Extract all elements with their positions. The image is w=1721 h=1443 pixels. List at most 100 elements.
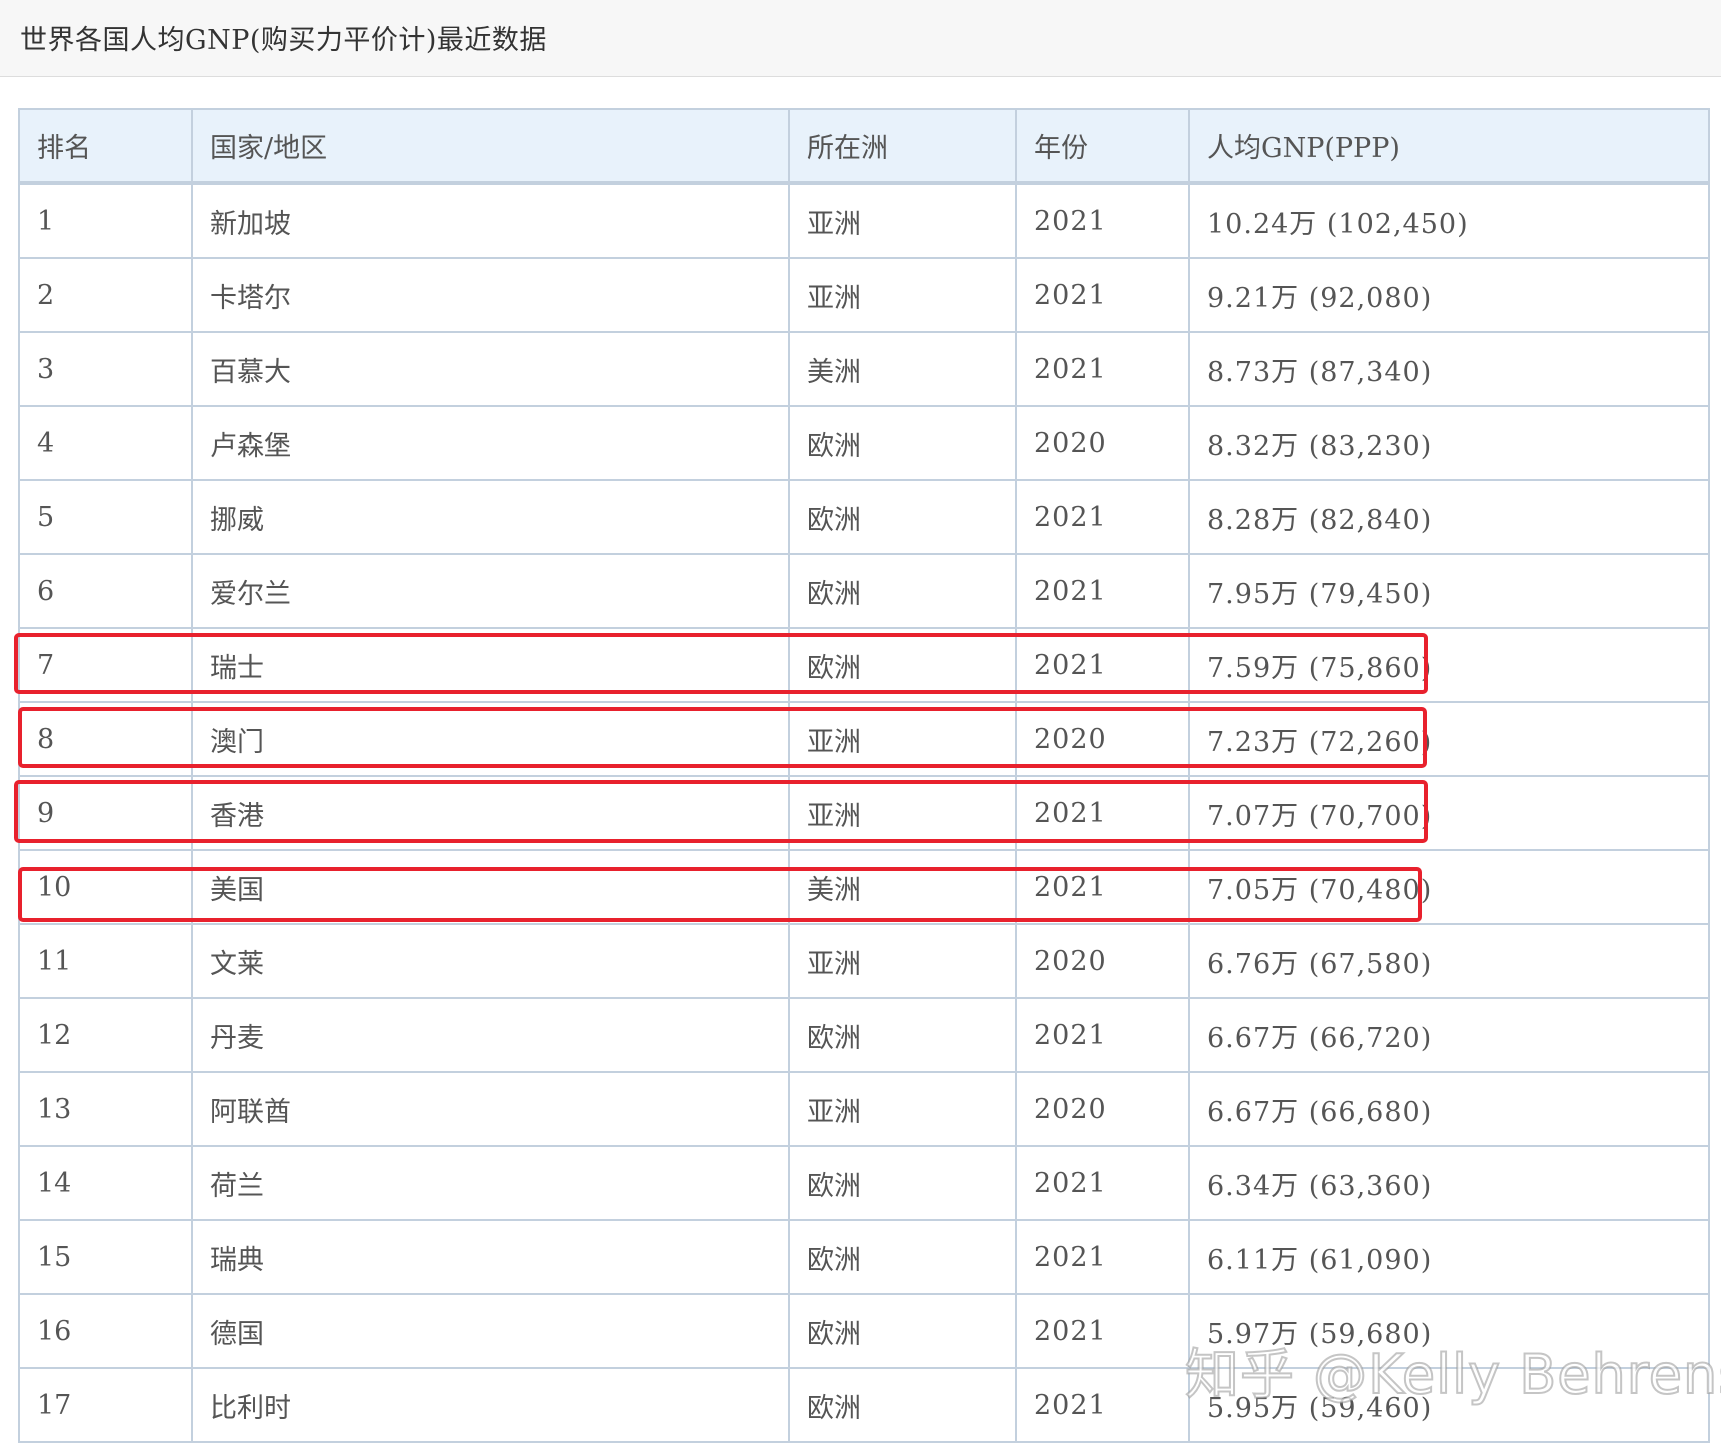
continent-cell: 亚洲 bbox=[788, 775, 1017, 851]
table-row: 11 文莱 亚洲 2020 6.76万 (67,580) bbox=[18, 923, 1710, 999]
title-bar: 世界各国人均GNP(购买力平价计)最近数据 bbox=[0, 0, 1721, 77]
continent-cell: 欧洲 bbox=[788, 1219, 1017, 1295]
table-row: 12 丹麦 欧洲 2021 6.67万 (66,720) bbox=[18, 997, 1710, 1073]
gnp-table: 排名 国家/地区 所在洲 年份 人均GNP(PPP) 1 新加坡 亚洲 2021 10.… bbox=[18, 108, 1710, 1443]
year-cell: 2021 bbox=[1015, 479, 1190, 555]
continent-cell: 欧洲 bbox=[788, 1293, 1017, 1369]
table-row: 5 挪威 欧洲 2021 8.28万 (82,840) bbox=[18, 479, 1710, 555]
country-cell: 瑞士 bbox=[191, 627, 790, 703]
continent-cell: 亚洲 bbox=[788, 1071, 1017, 1147]
rank-cell: 14 bbox=[18, 1145, 193, 1221]
rank-cell: 12 bbox=[18, 997, 193, 1073]
rank-cell: 11 bbox=[18, 923, 193, 999]
rank-cell: 10 bbox=[18, 849, 193, 925]
continent-cell: 欧洲 bbox=[788, 997, 1017, 1073]
continent-cell: 美洲 bbox=[788, 849, 1017, 925]
rank-cell: 9 bbox=[18, 775, 193, 851]
country-cell: 德国 bbox=[191, 1293, 790, 1369]
gnp-cell: 7.95万 (79,450) bbox=[1188, 553, 1710, 629]
continent-cell: 欧洲 bbox=[788, 405, 1017, 481]
table-row: 7 瑞士 欧洲 2021 7.59万 (75,860) bbox=[18, 627, 1710, 703]
table-row: 1 新加坡 亚洲 2021 10.24万 (102,450) bbox=[18, 182, 1710, 259]
table-row: 14 荷兰 欧洲 2021 6.34万 (63,360) bbox=[18, 1145, 1710, 1221]
year-cell: 2021 bbox=[1015, 553, 1190, 629]
table-row: 3 百慕大 美洲 2021 8.73万 (87,340) bbox=[18, 331, 1710, 407]
table-row: 15 瑞典 欧洲 2021 6.11万 (61,090) bbox=[18, 1219, 1710, 1295]
year-cell: 2021 bbox=[1015, 1293, 1190, 1369]
year-cell: 2021 bbox=[1015, 1145, 1190, 1221]
country-cell: 丹麦 bbox=[191, 997, 790, 1073]
country-cell: 瑞典 bbox=[191, 1219, 790, 1295]
continent-cell: 美洲 bbox=[788, 331, 1017, 407]
rank-cell: 16 bbox=[18, 1293, 193, 1369]
continent-cell: 欧洲 bbox=[788, 1367, 1017, 1443]
gnp-cell: 6.76万 (67,580) bbox=[1188, 923, 1710, 999]
continent-cell: 亚洲 bbox=[788, 701, 1017, 777]
year-cell: 2021 bbox=[1015, 775, 1190, 851]
header-year[interactable]: 年份 bbox=[1015, 108, 1190, 185]
continent-cell: 欧洲 bbox=[788, 1145, 1017, 1221]
country-cell: 爱尔兰 bbox=[191, 553, 790, 629]
year-cell: 2021 bbox=[1015, 997, 1190, 1073]
header-country[interactable]: 国家/地区 bbox=[191, 108, 790, 185]
year-cell: 2020 bbox=[1015, 701, 1190, 777]
gnp-cell: 8.73万 (87,340) bbox=[1188, 331, 1710, 407]
country-cell: 卢森堡 bbox=[191, 405, 790, 481]
year-cell: 2021 bbox=[1015, 257, 1190, 333]
country-cell: 美国 bbox=[191, 849, 790, 925]
rank-cell: 2 bbox=[18, 257, 193, 333]
rank-cell: 3 bbox=[18, 331, 193, 407]
gnp-cell: 7.05万 (70,480) bbox=[1188, 849, 1710, 925]
rank-cell: 4 bbox=[18, 405, 193, 481]
year-cell: 2021 bbox=[1015, 1367, 1190, 1443]
year-cell: 2021 bbox=[1015, 1219, 1190, 1295]
rank-cell: 13 bbox=[18, 1071, 193, 1147]
country-cell: 卡塔尔 bbox=[191, 257, 790, 333]
rank-cell: 5 bbox=[18, 479, 193, 555]
year-cell: 2020 bbox=[1015, 923, 1190, 999]
country-cell: 百慕大 bbox=[191, 331, 790, 407]
gnp-cell: 7.23万 (72,260) bbox=[1188, 701, 1710, 777]
gnp-cell: 9.21万 (92,080) bbox=[1188, 257, 1710, 333]
continent-cell: 欧洲 bbox=[788, 627, 1017, 703]
year-cell: 2021 bbox=[1015, 627, 1190, 703]
gnp-cell: 7.59万 (75,860) bbox=[1188, 627, 1710, 703]
table-row: 10 美国 美洲 2021 7.05万 (70,480) bbox=[18, 849, 1710, 925]
rank-cell: 6 bbox=[18, 553, 193, 629]
year-cell: 2020 bbox=[1015, 1071, 1190, 1147]
table-row: 6 爱尔兰 欧洲 2021 7.95万 (79,450) bbox=[18, 553, 1710, 629]
year-cell: 2021 bbox=[1015, 331, 1190, 407]
table-row: 2 卡塔尔 亚洲 2021 9.21万 (92,080) bbox=[18, 257, 1710, 333]
rank-cell: 7 bbox=[18, 627, 193, 703]
watermark: 知乎 @Kelly Behrens bbox=[1184, 1342, 1721, 1407]
rank-cell: 15 bbox=[18, 1219, 193, 1295]
table-header-row: 排名 国家/地区 所在洲 年份 人均GNP(PPP) bbox=[18, 108, 1710, 185]
country-cell: 澳门 bbox=[191, 701, 790, 777]
gnp-cell: 10.24万 (102,450) bbox=[1188, 182, 1710, 259]
country-cell: 文莱 bbox=[191, 923, 790, 999]
table-row: 13 阿联酋 亚洲 2020 6.67万 (66,680) bbox=[18, 1071, 1710, 1147]
country-cell: 比利时 bbox=[191, 1367, 790, 1443]
continent-cell: 亚洲 bbox=[788, 923, 1017, 999]
continent-cell: 亚洲 bbox=[788, 257, 1017, 333]
year-cell: 2021 bbox=[1015, 849, 1190, 925]
gnp-cell: 6.11万 (61,090) bbox=[1188, 1219, 1710, 1295]
table-row: 4 卢森堡 欧洲 2020 8.32万 (83,230) bbox=[18, 405, 1710, 481]
gnp-cell: 6.67万 (66,720) bbox=[1188, 997, 1710, 1073]
table-row: 9 香港 亚洲 2021 7.07万 (70,700) bbox=[18, 775, 1710, 851]
continent-cell: 欧洲 bbox=[788, 479, 1017, 555]
country-cell: 香港 bbox=[191, 775, 790, 851]
rank-cell: 1 bbox=[18, 182, 193, 259]
header-gnp[interactable]: 人均GNP(PPP) bbox=[1188, 108, 1710, 185]
header-rank[interactable]: 排名 bbox=[18, 108, 193, 185]
gnp-cell: 6.34万 (63,360) bbox=[1188, 1145, 1710, 1221]
gnp-cell: 7.07万 (70,700) bbox=[1188, 775, 1710, 851]
country-cell: 新加坡 bbox=[191, 182, 790, 259]
year-cell: 2020 bbox=[1015, 405, 1190, 481]
year-cell: 2021 bbox=[1015, 182, 1190, 259]
country-cell: 荷兰 bbox=[191, 1145, 790, 1221]
country-cell: 挪威 bbox=[191, 479, 790, 555]
page-title: 世界各国人均GNP(购买力平价计)最近数据 bbox=[20, 25, 547, 56]
rank-cell: 17 bbox=[18, 1367, 193, 1443]
header-continent[interactable]: 所在洲 bbox=[788, 108, 1017, 185]
